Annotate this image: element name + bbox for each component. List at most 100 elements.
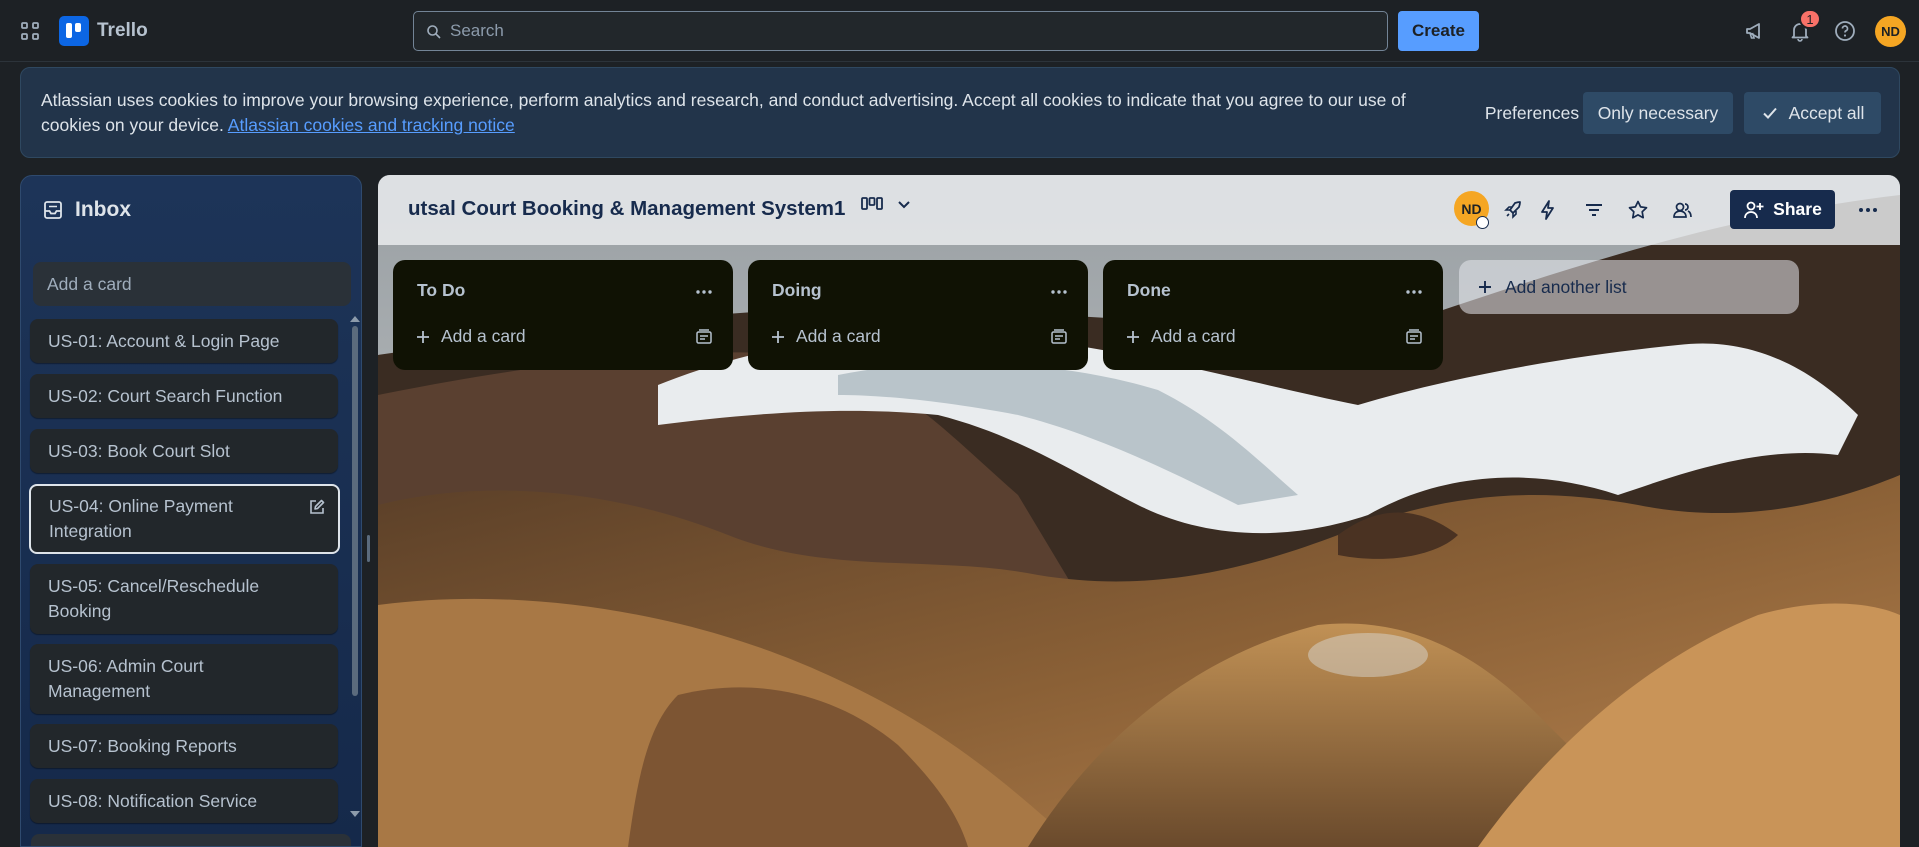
template-icon <box>1051 329 1067 344</box>
inbox-card[interactable]: US-03: Book Court Slot <box>30 429 338 473</box>
add-another-list-button[interactable]: Add another list <box>1459 260 1799 314</box>
help-icon <box>1835 21 1855 41</box>
more-horizontal-icon <box>1406 290 1422 294</box>
lightning-icon <box>1541 200 1554 220</box>
trello-logo[interactable]: Trello <box>59 16 148 46</box>
list-actions-button[interactable] <box>1405 282 1423 300</box>
board-menu-button[interactable] <box>1855 197 1881 223</box>
notification-badge: 1 <box>1799 9 1821 29</box>
inbox-card-label: US-04: Online Payment Integration <box>49 496 233 541</box>
inbox-card-label: US-07: Booking Reports <box>48 735 237 756</box>
plus-icon <box>1127 330 1139 343</box>
template-icon <box>696 329 712 344</box>
inbox-card[interactable]: US-02: Court Search Function <box>30 374 338 418</box>
create-button[interactable]: Create <box>1398 11 1479 51</box>
share-label: Share <box>1773 199 1822 219</box>
search-icon <box>427 25 441 39</box>
scroll-down-arrow-icon[interactable] <box>350 811 360 817</box>
app-switcher-button[interactable] <box>18 19 42 43</box>
list-actions-button[interactable] <box>1050 282 1068 300</box>
plus-icon <box>772 330 784 343</box>
account-avatar[interactable]: ND <box>1875 16 1906 47</box>
inbox-card[interactable]: US-05: Cancel/Reschedule Booking <box>30 564 338 634</box>
add-card-label: Add a card <box>1151 326 1236 346</box>
inbox-scrollbar-thumb[interactable] <box>352 326 358 696</box>
pencil-icon <box>310 499 325 514</box>
template-icon <box>1406 329 1422 344</box>
chevron-down-icon <box>898 201 910 209</box>
inbox-card-label: US-06: Admin Court Management <box>48 656 204 701</box>
create-from-template-button[interactable] <box>1405 328 1423 351</box>
add-card-button[interactable]: Add a card <box>1125 326 1236 347</box>
panel-resize-handle[interactable] <box>367 535 370 562</box>
power-ups-button[interactable] <box>1500 197 1526 223</box>
board-title[interactable]: utsal Court Booking & Management System1 <box>408 197 845 221</box>
list-title[interactable]: Doing <box>772 280 822 301</box>
board-header: utsal Court Booking & Management System1… <box>378 175 1900 245</box>
board-view-switcher[interactable] <box>861 197 911 213</box>
add-list-label: Add another list <box>1505 276 1627 297</box>
inbox-card-label: US-01: Account & Login Page <box>48 330 280 351</box>
cookie-message: Atlassian uses cookies to improve your b… <box>41 88 1441 138</box>
inbox-icon <box>44 201 62 219</box>
admin-chevron-icon <box>1476 216 1489 229</box>
list-done: Done Add a card <box>1103 260 1443 370</box>
filter-icon <box>1586 204 1602 216</box>
cookie-banner: Atlassian uses cookies to improve your b… <box>20 67 1900 158</box>
help-button[interactable] <box>1833 19 1857 43</box>
automation-button[interactable] <box>1535 197 1561 223</box>
list-actions-button[interactable] <box>695 282 713 300</box>
more-horizontal-icon <box>1859 208 1877 212</box>
trello-logo-icon <box>59 16 89 46</box>
inbox-card-selected[interactable]: US-04: Online Payment Integration <box>29 484 340 554</box>
inbox-header: Inbox <box>43 198 131 222</box>
whats-new-button[interactable] <box>1743 19 1767 43</box>
more-horizontal-icon <box>1051 290 1067 294</box>
add-card-label: Add a card <box>441 326 526 346</box>
add-card-button[interactable]: Add a card <box>770 326 881 347</box>
rocket-icon <box>1504 201 1521 219</box>
filter-button[interactable] <box>1581 197 1607 223</box>
plus-icon <box>417 330 429 343</box>
list-doing: Doing Add a card <box>748 260 1088 370</box>
inbox-panel: Inbox Add a card US-01: Account & Login … <box>20 175 362 847</box>
list-to-do: To Do Add a card <box>393 260 733 370</box>
add-card-label: Add a card <box>796 326 881 346</box>
cookie-notice-link[interactable]: Atlassian cookies and tracking notice <box>228 115 515 135</box>
search-input[interactable] <box>450 21 1387 41</box>
inbox-card[interactable]: US-06: Admin Court Management <box>30 644 338 714</box>
only-necessary-button[interactable]: Only necessary <box>1583 92 1733 134</box>
inbox-add-card-input[interactable]: Add a card <box>33 262 351 306</box>
list-title[interactable]: To Do <box>417 280 465 301</box>
megaphone-icon <box>1746 23 1760 39</box>
inbox-card-label: US-05: Cancel/Reschedule Booking <box>48 576 260 621</box>
star-icon <box>1628 200 1648 219</box>
board-visibility-button[interactable] <box>1669 197 1695 223</box>
star-board-button[interactable] <box>1625 197 1651 223</box>
scroll-up-arrow-icon[interactable] <box>350 316 360 322</box>
create-from-template-button[interactable] <box>1050 328 1068 351</box>
board-canvas: utsal Court Booking & Management System1… <box>378 175 1900 847</box>
top-navigation-bar: Trello Create 1 ND <box>0 0 1919 62</box>
more-horizontal-icon <box>696 290 712 294</box>
board-view-icon <box>861 197 883 210</box>
edit-card-button[interactable] <box>308 498 326 523</box>
add-card-button[interactable]: Add a card <box>415 326 526 347</box>
brand-name: Trello <box>97 20 148 41</box>
inbox-card-label: US-08: Notification Service <box>48 790 258 811</box>
plus-icon <box>1479 281 1491 293</box>
inbox-card[interactable]: US-08: Notification Service <box>30 779 338 823</box>
inbox-title: Inbox <box>75 198 131 221</box>
team-visibility-icon <box>1673 202 1692 218</box>
create-from-template-button[interactable] <box>695 328 713 351</box>
inbox-card[interactable]: US-07: Booking Reports <box>30 724 338 768</box>
list-title[interactable]: Done <box>1127 280 1171 301</box>
add-person-icon <box>1744 201 1764 218</box>
inbox-footer <box>31 834 351 846</box>
search-bar[interactable] <box>413 11 1388 51</box>
inbox-card-label: US-03: Book Court Slot <box>48 440 230 461</box>
share-button[interactable]: Share <box>1730 190 1835 229</box>
accept-all-button[interactable]: Accept all <box>1744 92 1881 134</box>
inbox-card[interactable]: US-01: Account & Login Page <box>30 319 338 363</box>
inbox-card-label: US-02: Court Search Function <box>48 385 283 406</box>
